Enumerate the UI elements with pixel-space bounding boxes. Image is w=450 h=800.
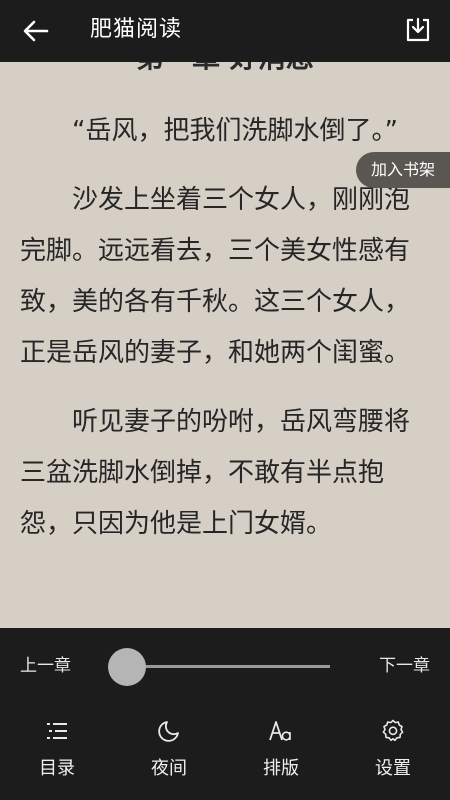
top-bar: 肥猫阅读 — [0, 0, 450, 62]
progress-slider-thumb[interactable] — [108, 648, 146, 686]
nav-item-typography[interactable]: 排版 — [241, 718, 321, 788]
paragraph: “岳风，把我们洗脚水倒了。” — [72, 116, 398, 146]
back-arrow-icon — [23, 20, 49, 42]
nav-label: 排版 — [263, 758, 299, 779]
next-chapter-button[interactable]: 下一章 — [379, 654, 430, 678]
nav-item-settings[interactable]: 设置 — [353, 718, 433, 788]
nav-item-night-mode[interactable]: 夜间 — [129, 718, 209, 788]
nav-label: 目录 — [39, 758, 75, 779]
app-title: 肥猫阅读 — [90, 17, 183, 42]
nav-item-toc[interactable]: 目录 — [17, 718, 97, 788]
reading-area[interactable]: 第一章 好消息 “岳风，把我们洗脚水倒了。” 沙发上坐着三个女人，刚刚泡完脚。远… — [0, 62, 450, 628]
night-mode-icon — [158, 721, 179, 742]
paragraph: 听见妻子的吩咐，岳风弯腰将三盆洗脚水倒掉，不敢有半点抱怨，只因为他是上门女婿。 — [20, 407, 411, 539]
prev-chapter-button[interactable]: 上一章 — [20, 654, 71, 678]
download-button[interactable] — [402, 14, 434, 46]
nav-label: 夜间 — [151, 758, 187, 779]
chapter-title: 第一章 好消息 — [0, 62, 450, 78]
bottom-control-panel: 上一章 下一章 目录 夜间 排版 设置 — [0, 628, 450, 800]
nav-label: 设置 — [375, 758, 411, 779]
add-to-bookshelf-button[interactable]: 加入书架 — [356, 152, 450, 188]
chapter-progress-slider[interactable] — [124, 665, 330, 668]
toc-icon — [47, 723, 67, 739]
back-button[interactable] — [18, 13, 54, 49]
settings-gear-icon — [382, 719, 404, 742]
typography-icon — [269, 721, 291, 741]
paragraph: 沙发上坐着三个女人，刚刚泡完脚。远远看去，三个美女性感有致，美的各有千秋。这三个… — [20, 185, 411, 368]
download-icon — [406, 17, 430, 42]
